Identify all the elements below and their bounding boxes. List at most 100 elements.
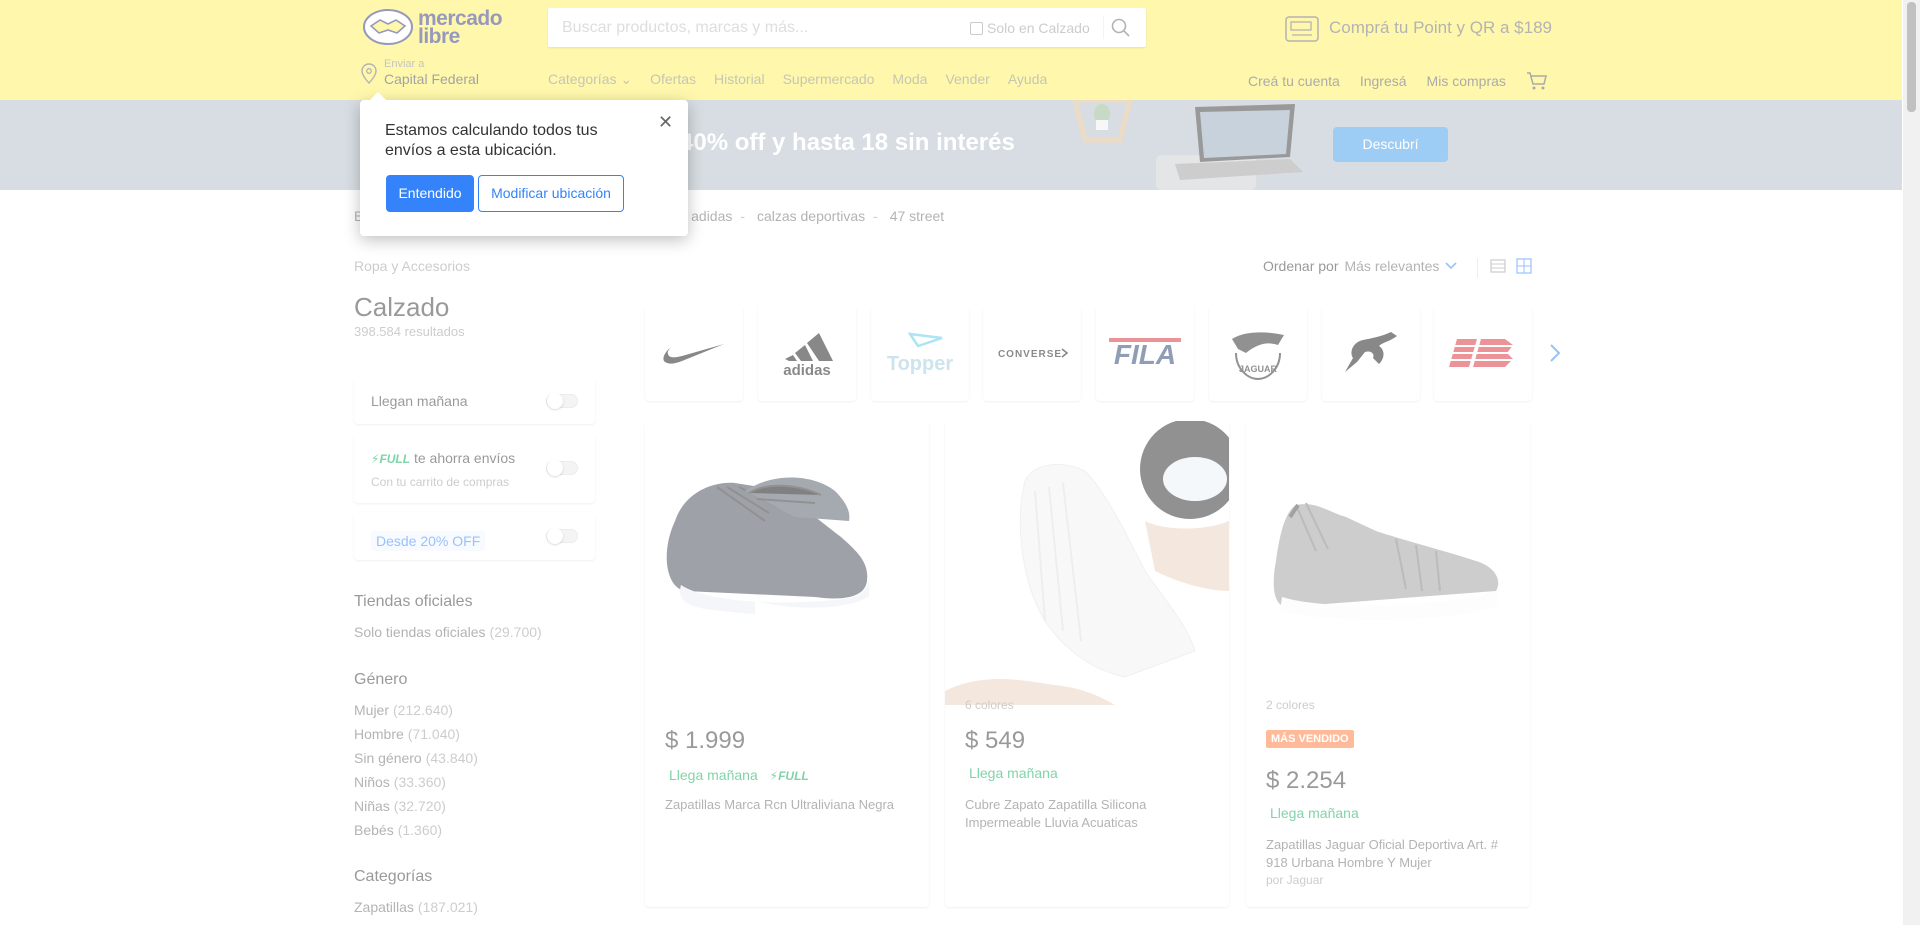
filter-full[interactable]: ⚡FULL te ahorra envíos Con tu carrito de… [354, 433, 595, 503]
section-official-stores: Tiendas oficiales [354, 593, 473, 610]
brand-nike[interactable] [645, 305, 743, 401]
nav-categorias[interactable]: Categorías ⌄ [548, 71, 632, 88]
product-image-shoe-cover[interactable] [945, 421, 1229, 705]
brand-topper[interactable]: Topper [871, 305, 969, 401]
product-title[interactable]: Cubre Zapato Zapatilla Silicona Impermea… [965, 796, 1213, 832]
close-icon[interactable]: ✕ [658, 112, 673, 133]
svg-text:FILA: FILA [1114, 339, 1176, 368]
main-nav: Categorías ⌄ Ofertas Historial Supermerc… [548, 71, 1047, 88]
laptop-image [1175, 104, 1303, 180]
view-toggle [1490, 258, 1532, 274]
scrollbar[interactable] [1903, 0, 1920, 925]
topper-logo-icon: Topper [887, 332, 954, 375]
puma-logo-icon [1345, 332, 1397, 372]
shelf-plant-image [1072, 100, 1133, 143]
brand-jaguar[interactable]: JAGUAR [1209, 305, 1307, 401]
handshake-logo-icon [363, 9, 413, 45]
chevron-right-icon[interactable] [1545, 343, 1565, 363]
grid-view-icon[interactable] [1516, 258, 1532, 274]
toggle-switch[interactable] [546, 460, 578, 476]
promo-text: Comprá tu Point y QR a $189 [1329, 18, 1553, 37]
svg-text:CONVERSE: CONVERSE [998, 349, 1062, 360]
new-balance-logo-icon [1447, 339, 1517, 367]
chevron-down-icon [1445, 262, 1457, 270]
filter-category-zapatillas[interactable]: Zapatillas (187.021) [354, 899, 478, 915]
full-badge: ⚡FULL [371, 452, 411, 466]
brand-adidas[interactable]: adidas [758, 305, 856, 401]
my-purchases-link[interactable]: Mis compras [1427, 73, 1506, 89]
seller-name: por Jaguar [1266, 873, 1324, 887]
filter-gender-bebes[interactable]: Bebés (1.360) [354, 822, 442, 838]
converse-logo-icon: CONVERSE [998, 348, 1069, 360]
filter-discount[interactable]: Desde 20% OFF [354, 512, 595, 560]
section-gender: Género [354, 671, 408, 688]
create-account-link[interactable]: Creá tu cuenta [1248, 73, 1340, 89]
location-selector[interactable]: Enviar a Capital Federal [358, 58, 488, 90]
location-popup: Estamos calculando todos tus envíos a es… [360, 92, 688, 236]
banner-text: a 40% off y hasta 18 sin interés [660, 129, 1015, 156]
checkbox-icon[interactable] [970, 21, 983, 35]
discover-button[interactable]: Descubrí [1333, 127, 1448, 162]
promo-banner[interactable]: a 40% off y hasta 18 sin interés Descubr… [0, 100, 1902, 190]
chevron-down-icon: ⌄ [620, 71, 633, 87]
brand-converse[interactable]: CONVERSE [983, 305, 1081, 401]
results-count: 398.584 resultados [354, 324, 465, 339]
location-pin-icon [361, 63, 377, 84]
nav-vender[interactable]: Vender [945, 71, 989, 88]
scrollbar-thumb[interactable] [1907, 2, 1916, 112]
brand-puma[interactable] [1322, 305, 1420, 401]
filter-gender-hombre[interactable]: Hombre (71.040) [354, 726, 460, 742]
svg-text:Topper: Topper [887, 353, 954, 375]
filter-gender-ninos[interactable]: Niños (33.360) [354, 774, 446, 790]
login-link[interactable]: Ingresá [1360, 73, 1407, 89]
product-card[interactable]: 2 colores MÁS VENDIDO $ 2.254 Llega maña… [1246, 421, 1530, 907]
svg-text:JAGUAR: JAGUAR [1239, 364, 1278, 374]
filter-gender-ninas[interactable]: Niñas (32.720) [354, 798, 446, 814]
cart-icon[interactable] [1526, 71, 1548, 91]
nav-supermercado[interactable]: Supermercado [783, 71, 875, 88]
filter-arrives-tomorrow[interactable]: Llegan mañana [354, 378, 595, 424]
toggle-switch[interactable] [546, 393, 578, 409]
product-title[interactable]: Zapatillas Jaguar Oficial Deportiva Art.… [1266, 836, 1514, 872]
jaguar-logo-icon: JAGUAR [1232, 332, 1284, 381]
modify-location-button[interactable]: Modificar ubicación [478, 175, 624, 212]
product-card[interactable]: 6 colores $ 549 Llega mañana Cubre Zapat… [945, 421, 1229, 907]
search-input[interactable] [562, 8, 962, 47]
search-divider [1103, 16, 1104, 39]
filter-gender-mujer[interactable]: Mujer (212.640) [354, 702, 453, 718]
nav-historial[interactable]: Historial [714, 71, 765, 88]
nav-ayuda[interactable]: Ayuda [1008, 71, 1047, 88]
parent-category-link[interactable]: Ropa y Accesorios [354, 258, 470, 274]
product-image-sneaker-black[interactable] [645, 421, 929, 705]
point-promo[interactable]: Comprá tu Point y QR a $189 [1285, 14, 1552, 42]
search-icon[interactable] [1110, 17, 1132, 39]
mercadolibre-logo[interactable]: mercado libre [363, 8, 503, 48]
search-only-checkbox[interactable]: Solo en Calzado [970, 20, 1090, 36]
search-bar[interactable]: Solo en Calzado [548, 8, 1146, 47]
header: mercado libre Solo en Calzado Comprá tu … [0, 0, 1902, 100]
understood-button[interactable]: Entendido [386, 175, 474, 212]
breadcrumb-item[interactable]: adidas [691, 208, 732, 224]
breadcrumb-item[interactable]: calzas deportivas [757, 208, 865, 224]
product-image-sneaker-gray[interactable] [1246, 421, 1530, 705]
filter-official-stores[interactable]: Solo tiendas oficiales (29.700) [354, 624, 542, 640]
adidas-logo-icon: adidas [783, 333, 833, 377]
nike-logo-icon [663, 344, 724, 364]
brand-fila[interactable]: FILA [1096, 305, 1194, 401]
list-view-icon[interactable] [1490, 259, 1506, 273]
popup-message: Estamos calculando todos tus envíos a es… [385, 122, 598, 159]
filter-gender-sin-genero[interactable]: Sin género (43.840) [354, 750, 478, 766]
point-device-icon [1285, 16, 1319, 42]
breadcrumb-item[interactable]: 47 street [890, 208, 944, 224]
product-card[interactable]: $ 1.999 Llega mañana ⚡FULL Zapatillas Ma… [645, 421, 929, 907]
sort-dropdown[interactable]: Ordenar por Más relevantes [1263, 258, 1457, 274]
account-nav: Creá tu cuenta Ingresá Mis compras [1248, 71, 1548, 91]
brand-new-balance[interactable] [1434, 305, 1532, 401]
nav-moda[interactable]: Moda [892, 71, 927, 88]
nav-ofertas[interactable]: Ofertas [650, 71, 696, 88]
divider [1477, 258, 1478, 278]
full-badge: ⚡FULL [769, 769, 809, 783]
product-title[interactable]: Zapatillas Marca Rcn Ultraliviana Negra [665, 796, 913, 814]
best-seller-badge: MÁS VENDIDO [1266, 730, 1354, 748]
toggle-switch[interactable] [546, 528, 578, 544]
